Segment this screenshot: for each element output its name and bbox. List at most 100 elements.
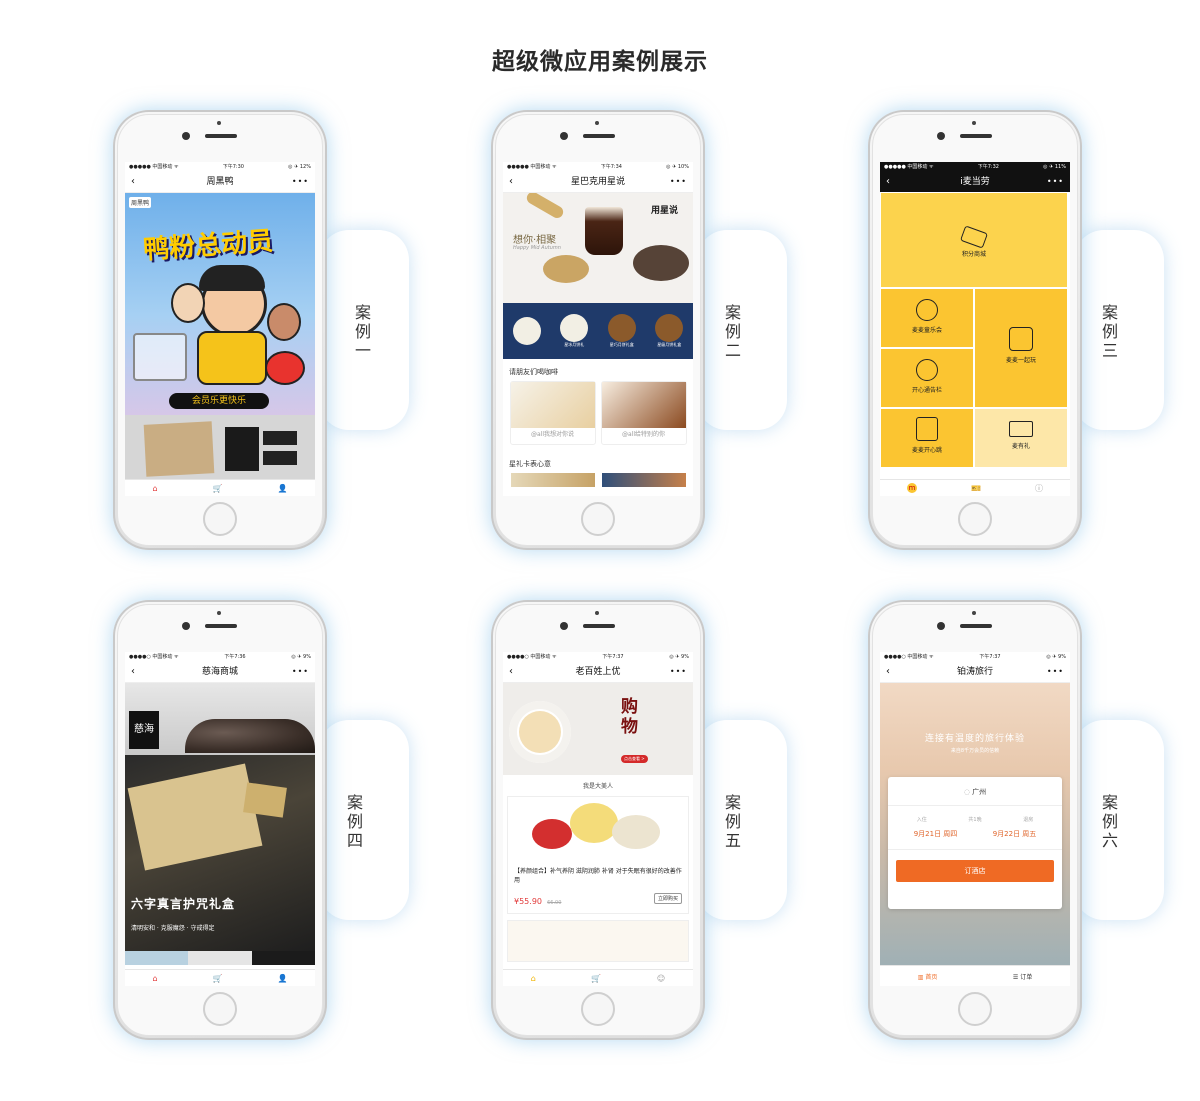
product-card[interactable]: 【养颜组合】补气养阴 滋阴润肺 补肾 对于失眠有很好的改善作用 ¥55.90 6… <box>507 796 689 914</box>
more-icon[interactable]: ••• <box>1047 172 1064 192</box>
tab-bar: ⌂ 🛒 👤 <box>125 969 315 986</box>
more-icon[interactable]: ••• <box>670 172 687 192</box>
back-icon[interactable]: ‹ <box>131 662 135 682</box>
product-strip[interactable] <box>125 415 315 479</box>
case-label: 案例三 <box>1101 303 1118 360</box>
more-icon[interactable]: ••• <box>292 662 309 682</box>
promo-banner[interactable]: 六字真言护咒礼盒 清明安和 · 克服魔怨 · 守戒得定 <box>125 755 315 951</box>
cart-icon[interactable]: 🛒 <box>591 974 601 983</box>
status-bar: ●●●●○ 中国移动 ᯤ 下午7:37 ◎ ✈ 9% <box>507 654 689 660</box>
more-icon[interactable]: ••• <box>1047 662 1064 682</box>
tab-bar: ▥ 首页 ☰ 订单 <box>880 965 1070 986</box>
home-button[interactable] <box>958 502 992 536</box>
hero-banner[interactable]: 想你·相聚 Happy Mid Autumn 用星说 <box>503 193 693 303</box>
book-hotel-button[interactable]: 订酒店 <box>896 860 1054 882</box>
more-icon[interactable]: ••• <box>292 172 309 192</box>
price: ¥55.90 <box>514 897 542 906</box>
tile-play-together[interactable]: 麦麦一起玩 <box>975 289 1067 407</box>
nav-title: 铂涛旅行 <box>956 667 993 677</box>
more-icon[interactable]: ••• <box>670 662 687 682</box>
gift-card[interactable]: @all给特别的你 <box>600 381 687 445</box>
tile-kids-club[interactable]: 麦麦童乐会 <box>881 289 973 347</box>
cart-icon[interactable]: 🛒 <box>213 484 223 493</box>
home-icon[interactable]: ⌂ <box>531 974 536 983</box>
section-title: 请朋友们喝咖啡 <box>509 368 558 376</box>
home-icon[interactable]: ⌂ <box>152 484 157 493</box>
boots-icon <box>916 417 938 441</box>
headline: 连接有温度的旅行体验 <box>924 734 1025 744</box>
back-icon[interactable]: ‹ <box>509 172 513 192</box>
nav-title: 星巴克用星说 <box>570 177 625 187</box>
back-icon[interactable]: ‹ <box>886 662 890 682</box>
strip-item[interactable]: 星级月饼礼盒 <box>650 314 688 348</box>
hero-banner[interactable]: 购物 点击查看 > <box>503 683 693 775</box>
kid-face-icon <box>916 359 938 381</box>
user-icon[interactable]: 👤 <box>278 974 288 983</box>
case-label: 案例一 <box>354 303 371 360</box>
tab-home[interactable]: ▥ 首页 <box>918 972 938 981</box>
product-card[interactable] <box>507 920 689 962</box>
cartoon-body <box>197 331 267 385</box>
home-button[interactable] <box>958 992 992 1026</box>
gift-card[interactable] <box>601 473 686 487</box>
mcd-home-icon[interactable]: m <box>907 483 917 493</box>
tab-orders[interactable]: ☰ 订单 <box>1013 972 1032 981</box>
strip-item[interactable] <box>508 317 546 345</box>
home-icon[interactable]: ⌂ <box>152 974 157 983</box>
hero-banner[interactable]: 周黑鸭 鸭粉总动员 会员乐更快乐 <box>125 193 315 415</box>
hero-banner[interactable]: 慈海 <box>125 683 315 755</box>
mooncake <box>543 255 589 283</box>
back-icon[interactable]: ‹ <box>886 172 890 192</box>
home-button[interactable] <box>581 502 615 536</box>
cart-icon[interactable]: 🛒 <box>213 974 223 983</box>
tab-bar: ⌂ 🛒 ☺ <box>503 969 693 986</box>
user-icon[interactable]: 👤 <box>278 484 288 493</box>
camera-icon <box>937 132 945 140</box>
ticket-icon[interactable]: 🎫 <box>971 484 981 493</box>
product-image <box>225 427 259 471</box>
app-screen: ●●●●● 中国移动 ᯤ 下午7:34 ◎ ✈ 10% ‹ 星巴克用星说 ••• 想… <box>503 162 693 496</box>
product-image <box>508 797 688 865</box>
tag-icon <box>959 225 989 249</box>
info-icon[interactable]: ⓘ <box>1035 483 1043 494</box>
home-button[interactable] <box>203 502 237 536</box>
city-selector[interactable]: ◌ 广州 <box>888 777 1062 806</box>
mascot-icon <box>1009 327 1033 351</box>
tile-happy-notice[interactable]: 开心通告栏 <box>881 349 973 407</box>
tile-happy-jump[interactable]: 麦麦开心跳 <box>881 409 973 467</box>
nav-title: i麦当劳 <box>960 177 990 187</box>
product-strip[interactable] <box>125 951 315 965</box>
gift-box <box>243 782 287 818</box>
checkin-date[interactable]: 9月21日 周四 <box>914 829 958 839</box>
strip-item[interactable]: 星冰月饼礼 <box>555 314 593 348</box>
section-title: 星礼卡表心意 <box>509 460 551 468</box>
view-button[interactable]: 点击查看 > <box>621 755 648 763</box>
case-label: 案例二 <box>724 303 741 360</box>
cartoon-character-3 <box>267 303 301 341</box>
checkout-date[interactable]: 9月22日 周五 <box>993 829 1037 839</box>
product-image <box>143 421 215 477</box>
gift-card-icon <box>1009 421 1033 437</box>
case-2: 案例二 ●●●●● 中国移动 ᯤ 下午7:34 ◎ ✈ 10% ‹ 星巴克用星说 •… <box>491 110 891 590</box>
home-button[interactable] <box>203 992 237 1026</box>
hero-left-subtitle: Happy Mid Autumn <box>513 245 561 251</box>
banner-title: 六字真言护咒礼盒 <box>131 897 236 911</box>
product-strip: 星冰月饼礼 星巧月饼礼盒 星级月饼礼盒 <box>503 303 693 359</box>
hero-right-title: 用星说 <box>651 206 679 216</box>
strip-item[interactable]: 星巧月饼礼盒 <box>603 314 641 348</box>
tile-gift[interactable]: 麦有礼 <box>975 409 1067 467</box>
user-icon[interactable]: ☺ <box>657 974 665 983</box>
back-icon[interactable]: ‹ <box>509 662 513 682</box>
booking-card: ◌ 广州 入住 共1晚 退房 9月21日 周四 9月22日 周五 订酒店 <box>888 777 1062 909</box>
gift-card[interactable]: @all我想对你说 <box>509 381 596 445</box>
scroll-paper <box>127 763 263 871</box>
buy-now-button[interactable]: 立即购买 <box>653 893 682 904</box>
back-icon[interactable]: ‹ <box>131 172 135 192</box>
gift-card[interactable] <box>510 473 595 487</box>
case-label: 案例四 <box>346 793 363 850</box>
cartoon-hair <box>199 265 265 291</box>
tile-points-mall[interactable]: 积分商城 <box>881 193 1067 287</box>
nav-bar: ‹ 老百姓上优 ••• <box>503 662 693 683</box>
home-button[interactable] <box>581 992 615 1026</box>
case-label: 案例六 <box>1101 793 1118 850</box>
